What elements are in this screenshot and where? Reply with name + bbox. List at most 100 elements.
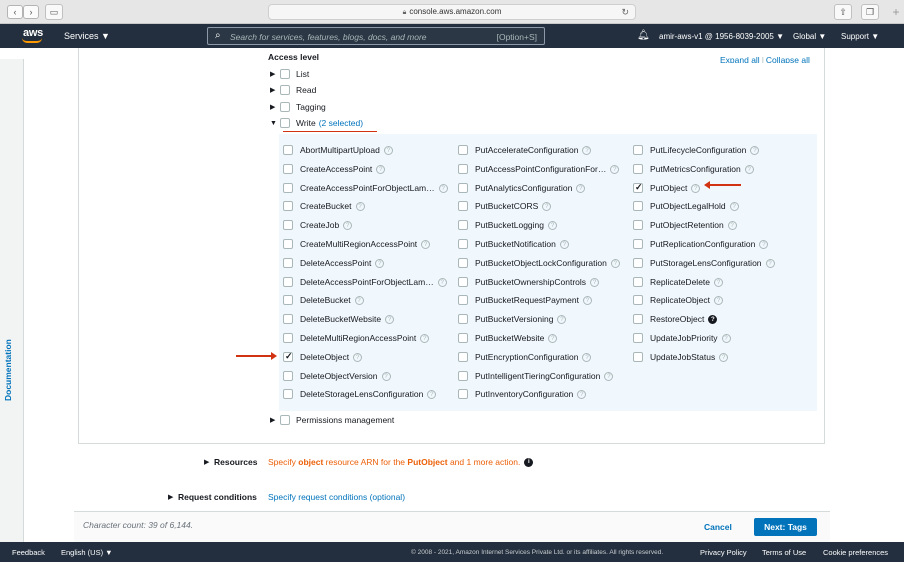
next-tags-button[interactable]: Next: Tags [754, 518, 817, 536]
collapse-all-link[interactable]: Collapse all [766, 55, 810, 63]
support-menu[interactable]: Support ▼ [841, 32, 879, 41]
group-row-read[interactable]: ▶ Read [270, 83, 316, 97]
action-item[interactable]: PutBucketOwnershipControls? [458, 275, 600, 289]
group-checkbox[interactable] [280, 118, 290, 128]
documentation-tab[interactable]: Documentation [3, 331, 21, 401]
caret-down-icon[interactable]: ▼ [270, 120, 280, 127]
help-icon[interactable]: ? [729, 201, 739, 211]
action-checkbox[interactable] [633, 182, 643, 193]
help-icon[interactable]: ? [610, 258, 620, 268]
action-checkbox[interactable] [458, 314, 468, 324]
help-icon[interactable]: ? [559, 239, 569, 249]
help-icon[interactable]: ? [714, 295, 724, 305]
action-item[interactable]: PutReplicationConfiguration? [633, 237, 769, 251]
action-item[interactable]: CreateAccessPoint? [283, 162, 386, 176]
help-icon[interactable]: ? [765, 258, 775, 268]
action-checkbox[interactable] [458, 277, 468, 287]
caret-right-icon[interactable]: ▶ [270, 416, 280, 424]
action-checkbox[interactable] [458, 352, 468, 362]
action-item[interactable]: CreateAccessPointForObjectLam…? [283, 181, 448, 195]
reload-icon[interactable]: ↻ [621, 5, 629, 19]
group-row-permissions-management[interactable]: ▶ Permissions management [270, 413, 394, 427]
action-item[interactable]: PutEncryptionConfiguration? [458, 350, 592, 364]
action-checkbox[interactable] [633, 295, 643, 305]
action-checkbox[interactable] [283, 145, 293, 155]
privacy-policy-link[interactable]: Privacy Policy [700, 548, 747, 557]
group-row-write[interactable]: ▼ Write (2 selected) [270, 116, 363, 130]
language-selector[interactable]: English (US) ▼ [61, 548, 113, 557]
action-checkbox[interactable] [283, 389, 293, 399]
help-icon[interactable]: ? [582, 352, 592, 362]
action-item[interactable]: DeleteStorageLensConfiguration? [283, 387, 437, 401]
help-icon[interactable]: ? [354, 295, 364, 305]
help-icon[interactable]: ? [376, 164, 386, 174]
request-conditions-row[interactable]: ▶ Request conditions [168, 490, 257, 504]
help-icon[interactable]: ? [548, 220, 557, 230]
browser-forward-button[interactable]: › [23, 5, 39, 19]
action-item[interactable]: PutAnalyticsConfiguration? [458, 181, 586, 195]
help-icon[interactable]: ? [353, 352, 363, 362]
help-icon[interactable]: ? [590, 277, 600, 287]
action-checkbox[interactable] [283, 277, 293, 287]
group-checkbox[interactable] [280, 69, 290, 79]
action-checkbox[interactable] [283, 333, 293, 343]
help-icon[interactable]: ? [381, 371, 391, 381]
action-item[interactable]: ReplicateDelete? [633, 275, 724, 289]
action-checkbox[interactable] [458, 371, 468, 381]
help-icon[interactable]: ? [691, 183, 701, 193]
help-icon[interactable]: ? [438, 183, 448, 193]
action-checkbox[interactable] [633, 145, 643, 155]
help-icon[interactable]: ? [385, 314, 395, 324]
help-icon[interactable]: ? [721, 333, 731, 343]
help-icon[interactable]: ? [708, 314, 718, 324]
action-checkbox[interactable] [633, 333, 643, 343]
tabs-overview-icon[interactable]: ❐ [861, 4, 879, 20]
action-checkbox[interactable] [458, 389, 468, 399]
action-item[interactable]: ReplicateObject? [633, 293, 724, 307]
action-item[interactable]: RestoreObject? [633, 312, 718, 326]
group-row-list[interactable]: ▶ List [270, 67, 309, 81]
action-item[interactable]: PutBucketRequestPayment? [458, 293, 592, 307]
action-item[interactable]: PutMetricsConfiguration? [633, 162, 754, 176]
action-checkbox[interactable] [458, 333, 468, 343]
help-icon[interactable]: ? [604, 371, 614, 381]
action-checkbox[interactable] [458, 295, 468, 305]
help-icon[interactable]: ? [420, 333, 430, 343]
group-row-tagging[interactable]: ▶ Tagging [270, 100, 326, 114]
action-item[interactable]: PutAccessPointConfigurationFor…? [458, 162, 620, 176]
action-checkbox[interactable] [633, 258, 643, 268]
group-checkbox[interactable] [280, 415, 290, 425]
sidebar-toggle-icon[interactable]: ▭ [45, 4, 63, 20]
action-item[interactable]: CreateMultiRegionAccessPoint? [283, 237, 431, 251]
help-icon[interactable]: ? [759, 239, 769, 249]
action-item[interactable]: PutObjectRetention? [633, 218, 737, 232]
action-item[interactable]: DeleteObject? [283, 350, 363, 364]
action-item[interactable]: CreateBucket? [283, 199, 365, 213]
new-tab-icon[interactable]: + [888, 4, 904, 20]
help-icon[interactable]: ? [557, 314, 567, 324]
address-bar[interactable]: 🔒︎ console.aws.amazon.com ↻ [268, 4, 636, 20]
help-icon[interactable]: ? [744, 164, 754, 174]
action-checkbox[interactable] [458, 164, 468, 174]
help-icon[interactable]: ? [355, 201, 365, 211]
cancel-button[interactable]: Cancel [704, 522, 732, 532]
action-checkbox[interactable] [633, 277, 643, 287]
action-checkbox[interactable] [283, 295, 293, 305]
request-conditions-link[interactable]: Specify request conditions (optional) [268, 492, 405, 502]
caret-right-icon[interactable]: ▶ [270, 86, 280, 94]
action-item[interactable]: DeleteBucket? [283, 293, 364, 307]
action-checkbox[interactable] [283, 183, 293, 193]
action-checkbox[interactable] [633, 239, 643, 249]
action-item[interactable]: PutStorageLensConfiguration? [633, 256, 775, 270]
action-item[interactable]: PutBucketWebsite? [458, 331, 558, 345]
help-icon[interactable]: ? [610, 164, 620, 174]
help-icon[interactable]: ? [719, 352, 729, 362]
action-item[interactable]: PutBucketObjectLockConfiguration? [458, 256, 620, 270]
action-checkbox[interactable] [283, 351, 293, 362]
search-input[interactable]: ⌕ Search for services, features, blogs, … [207, 27, 545, 45]
help-icon[interactable]: ? [714, 277, 724, 287]
action-item[interactable]: PutBucketLogging? [458, 218, 557, 232]
help-icon[interactable]: ? [582, 145, 592, 155]
action-checkbox[interactable] [633, 352, 643, 362]
info-icon[interactable]: i [524, 457, 534, 467]
